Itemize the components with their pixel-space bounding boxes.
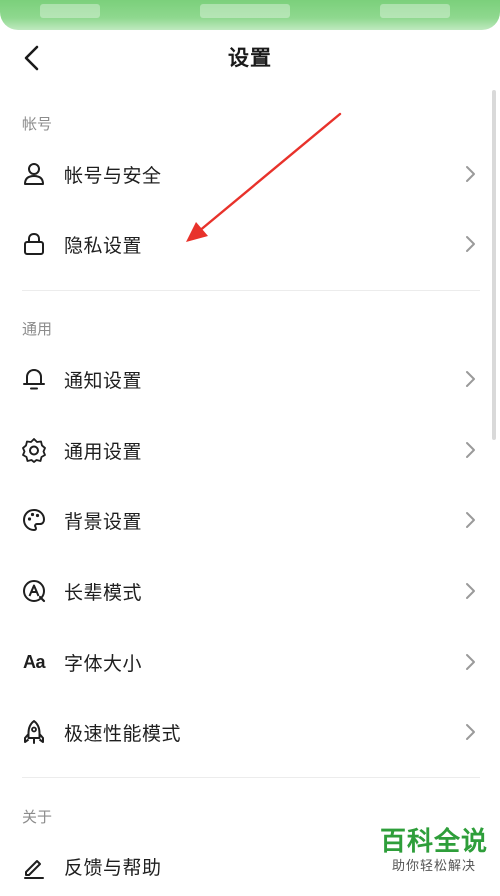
palette-icon [20, 506, 48, 534]
settings-row-label: 长辈模式 [64, 581, 143, 604]
font-size-glyph: Aa [22, 651, 46, 672]
font-size-icon: Aa [20, 648, 48, 676]
section-header-account: 帐号 [22, 115, 53, 133]
page-title: 设置 [228, 46, 272, 70]
section-header-general: 通用 [22, 320, 53, 338]
settings-row-label: 极速性能模式 [64, 722, 182, 745]
settings-row-performance-mode[interactable]: 极速性能模式 [0, 702, 500, 762]
settings-row-font-size[interactable]: Aa 字体大小 [0, 632, 500, 692]
rocket-icon [20, 718, 48, 746]
settings-row-label: 字体大小 [64, 652, 143, 675]
settings-row-label: 隐私设置 [64, 234, 143, 257]
settings-row-privacy[interactable]: 隐私设置 [0, 214, 500, 274]
watermark-title: 百科全说 [379, 827, 488, 857]
settings-row-background[interactable]: 背景设置 [0, 490, 500, 550]
pencil-icon [20, 852, 48, 880]
chevron-right-icon [462, 580, 478, 602]
watermark: 百科全说 助你轻松解决 [372, 826, 496, 876]
status-bar-blur [380, 4, 450, 18]
section-divider [22, 290, 480, 291]
settings-row-label: 帐号与安全 [64, 164, 162, 187]
settings-row-elder-mode[interactable]: 长辈模式 [0, 561, 500, 621]
scrollbar-thumb[interactable] [492, 90, 496, 440]
status-bar-blur [40, 4, 100, 18]
chevron-right-icon [462, 509, 478, 531]
navigation-bar: 设置 [0, 30, 500, 86]
settings-row-label: 反馈与帮助 [64, 856, 162, 879]
watermark-subtitle: 助你轻松解决 [391, 859, 476, 874]
chevron-right-icon [462, 721, 478, 743]
section-divider [22, 777, 480, 778]
settings-row-general[interactable]: 通用设置 [0, 420, 500, 480]
chevron-right-icon [462, 368, 478, 390]
settings-row-notifications[interactable]: 通知设置 [0, 349, 500, 409]
status-bar-blur [200, 4, 290, 18]
settings-row-account-security[interactable]: 帐号与安全 [0, 144, 500, 204]
status-bar [0, 0, 500, 30]
lock-icon [20, 230, 48, 258]
section-header-about: 关于 [22, 808, 53, 826]
chevron-right-icon [462, 163, 478, 185]
settings-row-label: 通用设置 [64, 440, 143, 463]
gear-icon [20, 436, 48, 464]
settings-row-label: 通知设置 [64, 369, 143, 392]
chevron-right-icon [462, 233, 478, 255]
elder-mode-icon [20, 577, 48, 605]
chevron-right-icon [462, 439, 478, 461]
settings-row-label: 背景设置 [64, 510, 143, 533]
chevron-right-icon [462, 651, 478, 673]
bell-icon [20, 365, 48, 393]
person-icon [20, 160, 48, 188]
